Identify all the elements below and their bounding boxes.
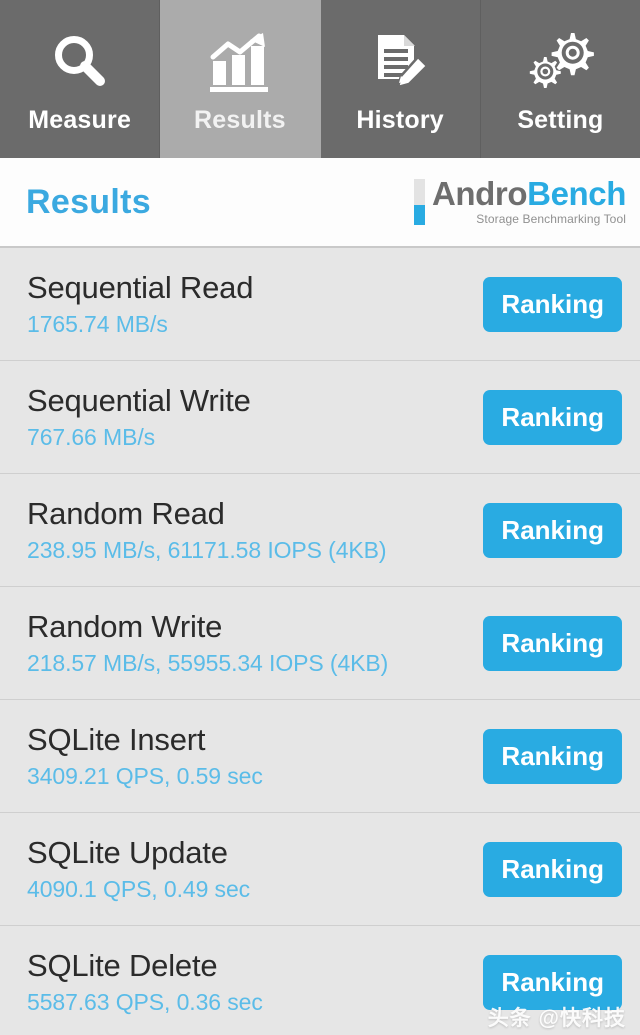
logo-word-andro: Andro (431, 175, 528, 212)
page-title: Results (26, 182, 151, 221)
tab-bar: Measure Results History Setting (0, 0, 640, 158)
result-value: 5587.63 QPS, 0.36 sec (27, 989, 263, 1015)
bar-chart-trend-icon (207, 23, 273, 101)
result-label: Sequential Read (27, 270, 254, 305)
tab-results-label: Results (194, 106, 286, 134)
row-texts: Random Read 238.95 MB/s, 61171.58 IOPS (… (27, 495, 387, 565)
tab-measure-label: Measure (28, 106, 132, 134)
result-label: Random Write (27, 609, 223, 644)
result-label: SQLite Insert (27, 722, 206, 757)
table-row[interactable]: SQLite Update 4090.1 QPS, 0.49 sec Ranki… (0, 813, 640, 926)
result-value: 767.66 MB/s (27, 424, 156, 450)
result-label: SQLite Delete (27, 948, 218, 983)
logo-tagline: Storage Benchmarking Tool (476, 212, 626, 226)
magnifier-icon (49, 23, 111, 101)
gears-icon (525, 23, 595, 101)
table-row[interactable]: Sequential Write 767.66 MB/s Ranking (0, 361, 640, 474)
result-value: 1765.74 MB/s (27, 311, 168, 337)
logo-word-bench: Bench (527, 175, 626, 212)
ranking-button[interactable]: Ranking (483, 502, 622, 558)
document-pencil-icon (368, 23, 432, 101)
logo-wordmark: AndroBench (432, 177, 626, 211)
tab-history-label: History (356, 106, 444, 134)
ranking-button[interactable]: Ranking (483, 954, 622, 1010)
ranking-button[interactable]: Ranking (483, 615, 622, 671)
row-texts: Random Write 218.57 MB/s, 55955.34 IOPS … (27, 608, 388, 678)
table-row[interactable]: Random Write 218.57 MB/s, 55955.34 IOPS … (0, 587, 640, 700)
table-row[interactable]: Random Read 238.95 MB/s, 61171.58 IOPS (… (0, 474, 640, 587)
row-texts: SQLite Update 4090.1 QPS, 0.49 sec (27, 834, 250, 904)
result-value: 3409.21 QPS, 0.59 sec (27, 763, 263, 789)
result-value: 4090.1 QPS, 0.49 sec (27, 876, 251, 902)
row-texts: Sequential Write 767.66 MB/s (27, 382, 251, 452)
result-label: Sequential Write (27, 383, 251, 418)
page-header: Results AndroBench Storage Benchmarking … (0, 158, 640, 248)
tab-results[interactable]: Results (160, 0, 321, 158)
table-row[interactable]: SQLite Insert 3409.21 QPS, 0.59 sec Rank… (0, 700, 640, 813)
table-row[interactable]: SQLite Delete 5587.63 QPS, 0.36 sec Rank… (0, 926, 640, 1035)
androbench-logo: AndroBench Storage Benchmarking Tool (413, 177, 626, 227)
table-row[interactable]: Sequential Read 1765.74 MB/s Ranking (0, 248, 640, 361)
tab-history[interactable]: History (320, 0, 481, 158)
result-label: Random Read (27, 496, 225, 531)
result-label: SQLite Update (27, 835, 228, 870)
row-texts: Sequential Read 1765.74 MB/s (27, 269, 253, 339)
results-list: Sequential Read 1765.74 MB/s Ranking Seq… (0, 248, 640, 1035)
tab-setting-label: Setting (517, 106, 604, 134)
ranking-button[interactable]: Ranking (483, 389, 622, 445)
result-value: 218.57 MB/s, 55955.34 IOPS (4KB) (27, 650, 389, 676)
ranking-button[interactable]: Ranking (483, 276, 622, 332)
logo-text: AndroBench Storage Benchmarking Tool (432, 177, 626, 227)
tab-setting[interactable]: Setting (480, 0, 640, 158)
result-value: 238.95 MB/s, 61171.58 IOPS (4KB) (27, 537, 387, 563)
logo-bar-icon (413, 179, 425, 225)
ranking-button[interactable]: Ranking (483, 841, 622, 897)
ranking-button[interactable]: Ranking (483, 728, 622, 784)
row-texts: SQLite Insert 3409.21 QPS, 0.59 sec (27, 721, 263, 791)
tab-measure[interactable]: Measure (0, 0, 161, 158)
row-texts: SQLite Delete 5587.63 QPS, 0.36 sec (27, 947, 263, 1017)
